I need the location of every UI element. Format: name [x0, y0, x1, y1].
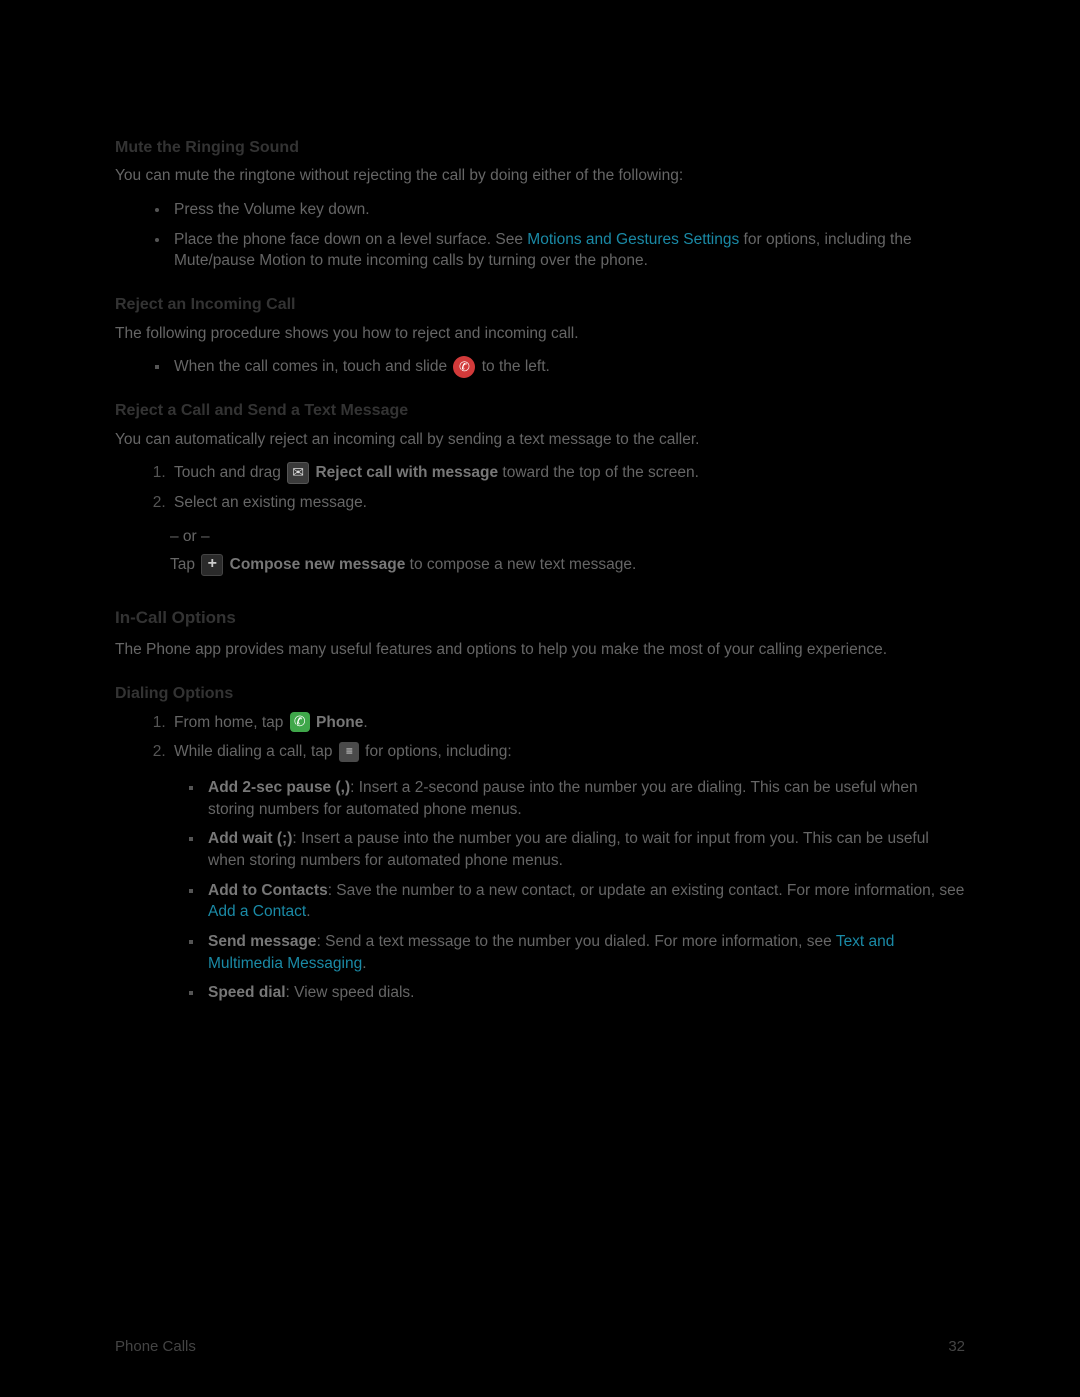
- heading-mute-ringing: Mute the Ringing Sound: [115, 137, 965, 159]
- text: to the left.: [477, 358, 549, 375]
- message-icon: ✉: [287, 462, 309, 484]
- bold-text: Add 2-sec pause (,): [208, 779, 350, 796]
- text: Tap: [170, 556, 199, 573]
- list-item: Speed dial: View speed dials.: [204, 982, 965, 1004]
- bold-text: Add wait (;): [208, 830, 292, 847]
- list-item: Place the phone face down on a level sur…: [170, 229, 965, 272]
- list-item: Touch and drag ✉ Reject call with messag…: [170, 462, 965, 484]
- link-add-contact[interactable]: Add a Contact: [208, 903, 306, 920]
- text: .: [362, 955, 366, 972]
- paragraph: You can mute the ringtone without reject…: [115, 165, 965, 187]
- list-item: Press the Volume key down.: [170, 199, 965, 221]
- text: Touch and drag: [174, 464, 285, 481]
- phone-icon: ✆: [290, 712, 310, 732]
- plus-icon: +: [201, 554, 223, 576]
- bold-text: Speed dial: [208, 984, 286, 1001]
- document-page: Mute the Ringing Sound You can mute the …: [0, 0, 1080, 1397]
- footer-section-title: Phone Calls: [115, 1336, 196, 1357]
- bold-text: Add to Contacts: [208, 882, 328, 899]
- text: to compose a new text message.: [405, 556, 636, 573]
- text: .: [306, 903, 310, 920]
- text: : Save the number to a new contact, or u…: [328, 882, 965, 899]
- list-item: Select an existing message.: [170, 492, 965, 514]
- list-item: While dialing a call, tap ≡ for options,…: [170, 741, 965, 1004]
- numbered-list: Touch and drag ✉ Reject call with messag…: [115, 462, 965, 514]
- list-item: Add 2-sec pause (,): Insert a 2-second p…: [204, 777, 965, 820]
- text: From home, tap: [174, 714, 288, 731]
- compose-line: Tap + Compose new message to compose a n…: [115, 554, 965, 576]
- heading-reject-with-message: Reject a Call and Send a Text Message: [115, 400, 965, 422]
- text: for options, including:: [361, 743, 512, 760]
- list-item: From home, tap ✆ Phone.: [170, 712, 965, 734]
- text: : Send a text message to the number you …: [317, 933, 836, 950]
- list-item: When the call comes in, touch and slide …: [170, 356, 965, 378]
- reject-call-icon: ✆: [453, 356, 475, 378]
- bold-text: Reject call with message: [311, 464, 498, 481]
- text: Place the phone face down on a level sur…: [174, 231, 527, 248]
- list-item: Add to Contacts: Save the number to a ne…: [204, 880, 965, 923]
- heading-dialing-options: Dialing Options: [115, 683, 965, 705]
- link-motions-gestures[interactable]: Motions and Gestures Settings: [527, 231, 739, 248]
- paragraph: The following procedure shows you how to…: [115, 323, 965, 345]
- text: When the call comes in, touch and slide: [174, 358, 451, 375]
- bold-text: Compose new message: [225, 556, 405, 573]
- bullet-list: Press the Volume key down. Place the pho…: [115, 199, 965, 272]
- bold-text: Phone: [312, 714, 364, 731]
- list-item: Add wait (;): Insert a pause into the nu…: [204, 828, 965, 871]
- footer-page-number: 32: [948, 1336, 965, 1357]
- square-list: When the call comes in, touch and slide …: [115, 356, 965, 378]
- text: : View speed dials.: [286, 984, 415, 1001]
- numbered-list: From home, tap ✆ Phone. While dialing a …: [115, 712, 965, 1005]
- heading-reject-call: Reject an Incoming Call: [115, 294, 965, 316]
- heading-in-call-options: In-Call Options: [115, 606, 965, 630]
- menu-icon: ≡: [339, 742, 359, 762]
- text: : Insert a pause into the number you are…: [208, 830, 929, 869]
- sub-option-list: Add 2-sec pause (,): Insert a 2-second p…: [174, 777, 965, 1004]
- page-footer: Phone Calls 32: [115, 1336, 965, 1357]
- text: While dialing a call, tap: [174, 743, 337, 760]
- paragraph: You can automatically reject an incoming…: [115, 429, 965, 451]
- paragraph: The Phone app provides many useful featu…: [115, 639, 965, 661]
- text: toward the top of the screen.: [498, 464, 699, 481]
- bold-text: Send message: [208, 933, 317, 950]
- list-item: Send message: Send a text message to the…: [204, 931, 965, 974]
- text: .: [363, 714, 367, 731]
- or-separator: – or –: [115, 526, 965, 548]
